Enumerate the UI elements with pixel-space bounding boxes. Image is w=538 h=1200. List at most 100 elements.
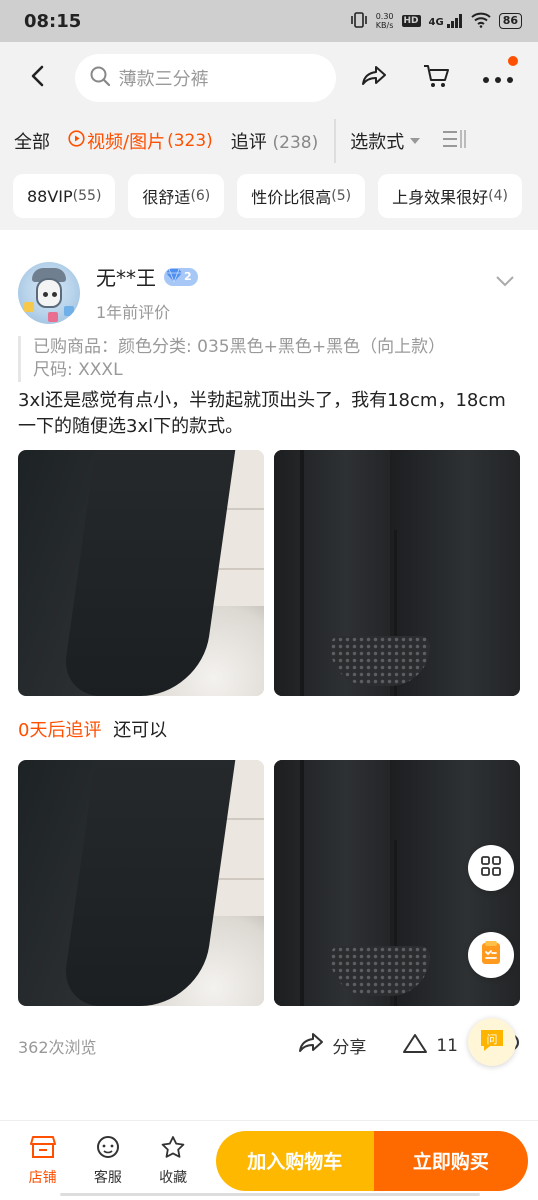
tab-divider — [334, 119, 337, 163]
network-speed-unit: KB/s — [375, 21, 394, 30]
tab-followup[interactable]: 追评 (238) — [231, 128, 318, 154]
search-bar[interactable]: 薄款三分裤 — [74, 54, 336, 102]
network-speed: 0.30 KB/s — [376, 12, 394, 30]
followup-text: 还可以 — [113, 720, 168, 741]
chip-fit[interactable]: 上身效果很好 (4) — [378, 174, 522, 218]
wifi-icon — [471, 12, 491, 31]
avatar-eye — [52, 292, 57, 297]
more-button[interactable] — [472, 52, 524, 104]
review-photo[interactable] — [274, 450, 520, 696]
chip-comfortable[interactable]: 很舒适 (6) — [128, 174, 225, 218]
chip-label: 性价比很高 — [251, 188, 332, 207]
followup-label: 0天后追评 — [18, 720, 102, 741]
chip-value[interactable]: 性价比很高 (5) — [237, 174, 366, 218]
list-view-toggle[interactable] — [442, 129, 467, 154]
review-photo[interactable] — [18, 760, 264, 1006]
level-number: 2 — [184, 270, 192, 283]
review-time: 1年前评价 — [96, 303, 171, 322]
like-count: 11 — [436, 1035, 458, 1056]
like-button[interactable]: 11 — [402, 1032, 458, 1059]
view-count: 362次浏览 — [18, 1037, 97, 1057]
play-icon — [68, 130, 85, 152]
avatar-block — [48, 312, 58, 322]
review-card: 无**王 2 1年前评价 已购商品：颜色分类: 035黑色+黑色+黑色（向上款）… — [0, 230, 538, 1120]
grid-icon — [480, 855, 502, 881]
hd-badge: HD — [401, 15, 421, 27]
share-review-button[interactable]: 分享 — [298, 1032, 366, 1059]
chip-label: 很舒适 — [142, 188, 191, 207]
bottom-action-bar: 店铺 客服 收藏 加入购物车 立即购买 — [0, 1120, 538, 1200]
add-to-cart-button[interactable]: 加入购物车 — [215, 1130, 374, 1191]
review-photos — [18, 450, 520, 696]
network-type: 4G — [428, 17, 444, 28]
tab-video-photo-label: 视频/图片 — [87, 132, 166, 153]
back-button[interactable] — [14, 53, 63, 103]
chip-label: 上身效果很好 — [392, 188, 489, 207]
shop-button[interactable]: 店铺 — [10, 1135, 75, 1187]
chip-count: (5) — [331, 188, 352, 204]
tab-followup-count: (238) — [272, 133, 319, 153]
favorite-button[interactable]: 收藏 — [140, 1135, 205, 1187]
review-photo[interactable] — [18, 450, 264, 696]
notes-icon — [478, 940, 504, 970]
battery-indicator: 86 — [498, 13, 522, 29]
status-time: 08:15 — [24, 10, 82, 32]
chip-label: 88VIP — [27, 186, 73, 206]
customer-service-button[interactable]: 客服 — [75, 1135, 140, 1187]
grid-view-button[interactable] — [468, 845, 514, 891]
buy-now-button[interactable]: 立即购买 — [373, 1130, 529, 1191]
favorite-label: 收藏 — [159, 1169, 188, 1186]
cart-button[interactable] — [410, 52, 462, 104]
caret-down-icon — [410, 138, 421, 144]
review-stats: 362次浏览 分享 11 — [18, 1032, 520, 1059]
list-view-icon — [442, 129, 467, 154]
level-badge: 2 — [164, 267, 198, 286]
tab-followup-label: 追评 — [230, 132, 267, 153]
service-icon — [95, 1135, 121, 1163]
service-label: 客服 — [93, 1169, 122, 1186]
notification-dot — [508, 56, 518, 66]
vibrate-icon — [350, 11, 368, 31]
reviewer-name: 无**王 — [96, 266, 156, 290]
notes-button[interactable] — [468, 932, 514, 978]
network-speed-value: 0.30 — [375, 12, 394, 21]
photo-detail — [300, 760, 304, 1006]
back-icon — [28, 65, 48, 91]
like-icon — [402, 1032, 428, 1059]
purchased-size: 尺码: XXXL — [33, 360, 123, 380]
chip-88vip[interactable]: 88VIP (55) — [13, 174, 116, 218]
filter-tabs: 全部 视频/图片 (323) 追评 (238) 选款式 — [0, 114, 538, 168]
chip-count: (6) — [190, 188, 211, 204]
tab-all[interactable]: 全部 — [14, 128, 50, 154]
avatar-block — [64, 306, 74, 316]
share-icon — [298, 1032, 324, 1059]
tab-video-photo[interactable]: 视频/图片 (323) — [68, 128, 213, 154]
select-style-dropdown[interactable]: 选款式 — [350, 128, 421, 154]
more-icon — [482, 69, 514, 88]
avatar-face — [36, 278, 62, 308]
avatar[interactable] — [18, 262, 80, 324]
search-icon — [89, 65, 119, 92]
search-placeholder: 薄款三分裤 — [118, 69, 209, 90]
reviewer-header: 无**王 2 1年前评价 — [18, 262, 520, 324]
purchased-variant: 已购商品：颜色分类: 035黑色+黑色+黑色（向上款） — [33, 337, 446, 357]
chevron-down-icon — [495, 272, 515, 291]
home-indicator — [60, 1193, 480, 1196]
shop-icon — [29, 1135, 56, 1163]
purchased-info: 已购商品：颜色分类: 035黑色+黑色+黑色（向上款） 尺码: XXXL — [18, 336, 520, 382]
review-text: 3xl还是感觉有点小，半勃起就顶出头了，我有18cm，18cm一下的随便选3xl… — [18, 390, 506, 437]
chip-count: (4) — [488, 188, 508, 204]
photo-detail — [300, 450, 304, 696]
followup-photos — [18, 760, 520, 1006]
expand-button[interactable] — [490, 266, 520, 296]
select-style-label: 选款式 — [350, 132, 405, 153]
chip-count: (55) — [72, 188, 102, 204]
cart-icon — [422, 62, 450, 94]
signal-icon: 4G — [429, 14, 463, 28]
tab-video-photo-count: (323) — [167, 131, 213, 151]
share-button[interactable] — [348, 52, 400, 104]
svg-text:问: 问 — [487, 1033, 498, 1046]
ask-button[interactable]: 问 — [468, 1018, 516, 1066]
avatar-block — [24, 302, 34, 312]
status-icons: 0.30 KB/s HD 4G 86 — [350, 11, 522, 31]
